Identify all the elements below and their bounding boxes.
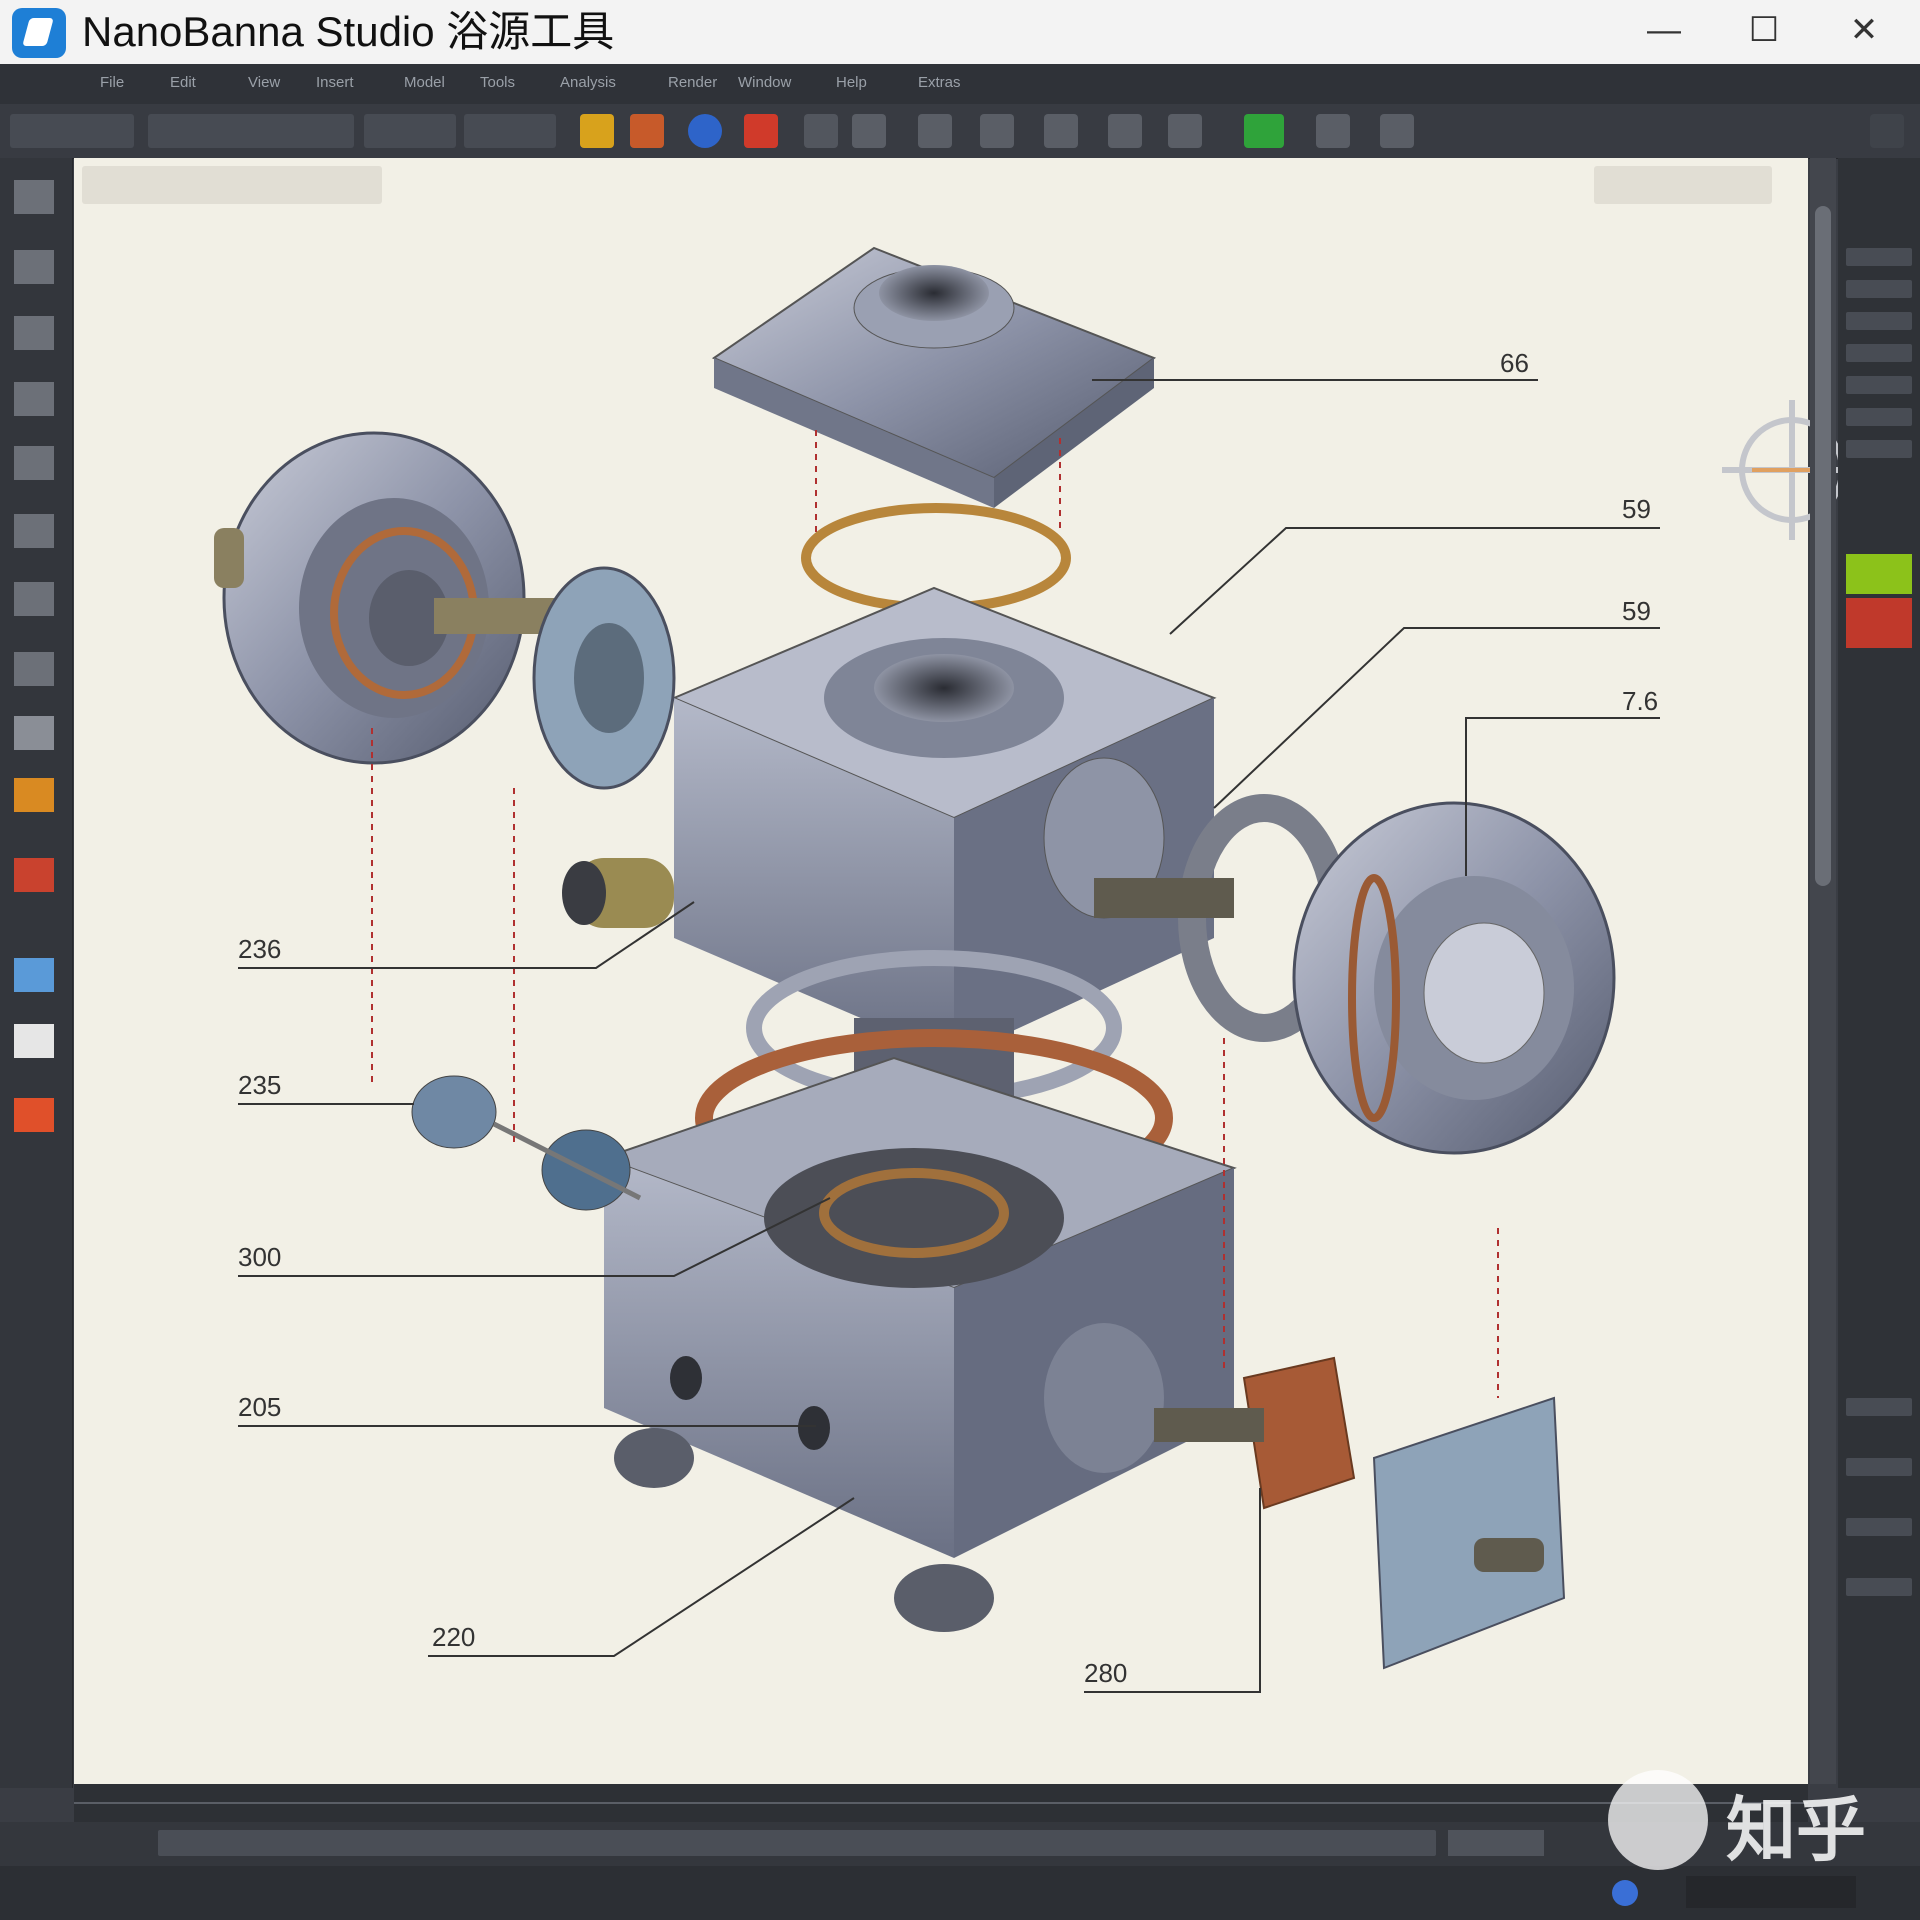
menu-edit[interactable]: Edit xyxy=(170,74,196,91)
left-motor-housing xyxy=(214,431,554,765)
timeline-ruler[interactable] xyxy=(74,1784,1808,1822)
callout-300: 300 xyxy=(238,1242,282,1272)
view-selector[interactable] xyxy=(10,114,134,148)
status-indicator[interactable] xyxy=(1448,1830,1544,1856)
property-row[interactable] xyxy=(1846,1398,1912,1416)
small-bearing-cap xyxy=(411,1075,497,1149)
viewport-canvas[interactable]: 66 59 59 7.6 236 235 300 205 220 280 xyxy=(74,158,1862,1894)
callout-280: 280 xyxy=(1084,1658,1128,1688)
assembly-icon[interactable] xyxy=(1108,114,1142,148)
callout-66: 66 xyxy=(1500,348,1529,378)
callout-236: 236 xyxy=(238,934,282,964)
lasso-icon[interactable] xyxy=(14,514,54,548)
scrollbar-thumb[interactable] xyxy=(1815,206,1831,886)
green-layer-icon[interactable] xyxy=(1244,114,1284,148)
menu-window[interactable]: Window xyxy=(738,74,791,91)
callout-235: 235 xyxy=(238,1070,282,1100)
menu-help[interactable]: Help xyxy=(836,74,867,91)
folder-icon[interactable] xyxy=(580,114,614,148)
shape-icon[interactable] xyxy=(852,114,886,148)
left-tool-palette xyxy=(0,158,73,1788)
end-cover-plate xyxy=(1372,1396,1566,1670)
sketch-icon[interactable] xyxy=(14,250,54,284)
toolbar-options-icon[interactable] xyxy=(1870,114,1904,148)
menu-insert[interactable]: Insert xyxy=(316,74,354,91)
measure-icon[interactable] xyxy=(14,858,54,892)
bottom-gearbox xyxy=(601,1056,1237,1632)
refresh-icon[interactable] xyxy=(14,652,54,686)
measure-selector[interactable] xyxy=(464,114,556,148)
title-bar: NanoBanna Studio 浴源工具 — ☐ ✕ xyxy=(0,0,1920,65)
top-flange-plate xyxy=(711,246,1157,508)
property-row[interactable] xyxy=(1846,1518,1912,1536)
material-icon[interactable] xyxy=(744,114,778,148)
bottom-threaded-shaft xyxy=(1154,1408,1264,1442)
color-swatch-icon[interactable] xyxy=(14,1098,54,1132)
panel-icon[interactable] xyxy=(14,1024,54,1058)
menu-view[interactable]: View xyxy=(248,74,280,91)
property-row[interactable] xyxy=(1846,376,1912,394)
property-row[interactable] xyxy=(1846,440,1912,458)
watermark-logo-icon xyxy=(1608,1770,1708,1870)
exploded-assembly-drawing xyxy=(214,246,1660,1693)
callout-205: 205 xyxy=(238,1392,282,1422)
property-row[interactable] xyxy=(1846,280,1912,298)
box-select-icon[interactable] xyxy=(14,446,54,480)
main-toolbar xyxy=(0,104,1920,159)
bearing-icon[interactable] xyxy=(1168,114,1202,148)
command-input[interactable] xyxy=(158,1830,1436,1856)
blade-icon[interactable] xyxy=(1044,114,1078,148)
property-row[interactable] xyxy=(1846,248,1912,266)
minimize-button[interactable]: — xyxy=(1616,0,1712,60)
brush-icon[interactable] xyxy=(14,778,54,812)
property-row[interactable] xyxy=(1846,312,1912,330)
pencil-icon[interactable] xyxy=(14,382,54,416)
right-motor-housing xyxy=(1292,801,1616,1155)
camera-icon[interactable] xyxy=(1380,114,1414,148)
sphere-icon[interactable] xyxy=(688,114,722,148)
menu-render[interactable]: Render xyxy=(668,74,717,91)
fan-icon[interactable] xyxy=(980,114,1014,148)
maximize-button[interactable]: ☐ xyxy=(1716,0,1812,60)
red-swatch[interactable] xyxy=(1846,598,1912,648)
rotate-icon[interactable] xyxy=(14,316,54,350)
property-row[interactable] xyxy=(1846,1578,1912,1596)
menu-file[interactable]: File xyxy=(100,74,124,91)
menu-analysis[interactable]: Analysis xyxy=(560,74,616,91)
right-threaded-shaft xyxy=(1094,878,1234,918)
orbit-icon[interactable] xyxy=(14,582,54,616)
green-swatch[interactable] xyxy=(1846,554,1912,594)
callout-59-lower: 59 xyxy=(1622,596,1651,626)
menu-extras[interactable]: Extras xyxy=(918,74,961,91)
component-icon[interactable] xyxy=(1316,114,1350,148)
eraser-icon[interactable] xyxy=(14,716,54,750)
dropdown-icon[interactable] xyxy=(804,114,838,148)
left-flange-disc xyxy=(532,566,676,790)
property-row[interactable] xyxy=(1846,1458,1912,1476)
right-properties-panel xyxy=(1838,158,1920,1788)
app-logo-icon xyxy=(12,8,66,58)
select-icon[interactable] xyxy=(14,180,54,214)
callout-220: 220 xyxy=(432,1622,476,1652)
paint-icon[interactable] xyxy=(630,114,664,148)
display-mode-selector[interactable] xyxy=(148,114,354,148)
snap-selector[interactable] xyxy=(364,114,456,148)
property-row[interactable] xyxy=(1846,344,1912,362)
gear-part-icon[interactable] xyxy=(918,114,952,148)
window-title: NanoBanna Studio 浴源工具 xyxy=(82,8,615,55)
close-button[interactable]: ✕ xyxy=(1816,0,1912,60)
callout-7-6: 7.6 xyxy=(1622,686,1659,716)
watermark-text: 知乎 xyxy=(1726,1791,1866,1869)
menu-tools[interactable]: Tools xyxy=(480,74,515,91)
callout-59-upper: 59 xyxy=(1622,494,1651,524)
watermark: 知乎 xyxy=(1598,1768,1918,1888)
viewport-scrollbar[interactable] xyxy=(1810,158,1836,1784)
menu-bar: File Edit View Insert Model Tools Analys… xyxy=(0,64,1920,104)
layer-icon[interactable] xyxy=(14,958,54,992)
menu-model[interactable]: Model xyxy=(404,74,445,91)
property-row[interactable] xyxy=(1846,408,1912,426)
